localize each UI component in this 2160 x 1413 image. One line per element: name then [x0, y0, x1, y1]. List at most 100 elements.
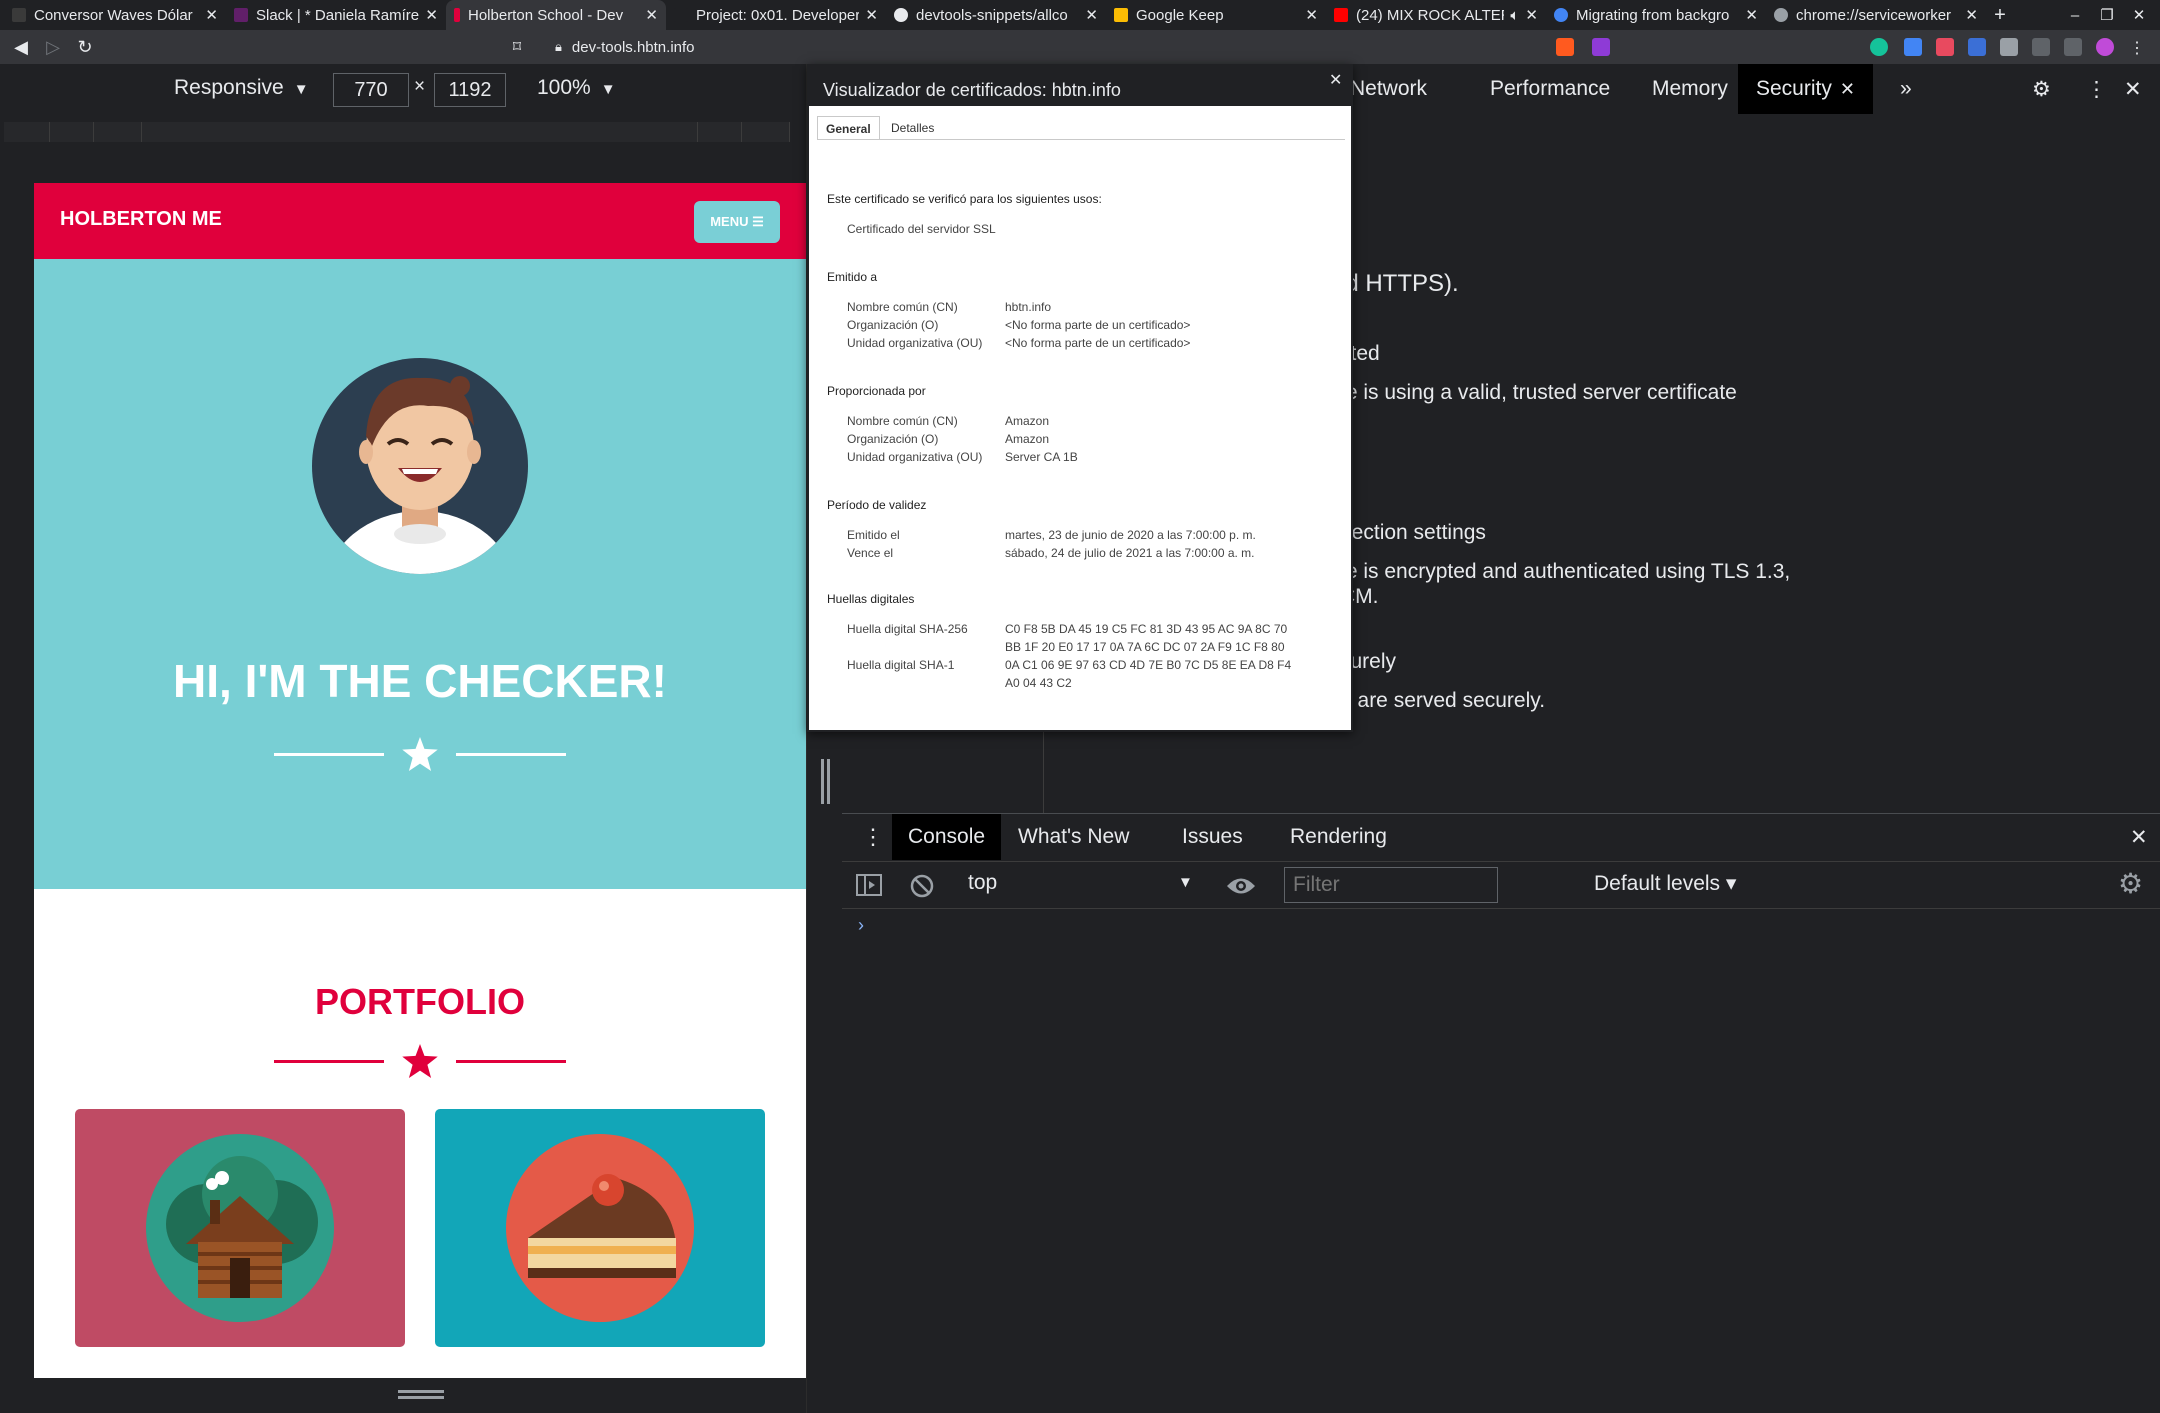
playlist-icon[interactable]: [2064, 38, 2082, 56]
sidebar-toggle-icon[interactable]: [856, 874, 882, 896]
tab-close-icon[interactable]: ✕: [425, 6, 438, 24]
browser-tab[interactable]: Conversor Waves Dólar ✕: [4, 0, 226, 30]
security-text-resources: e are served securely.: [1340, 689, 1546, 712]
tab-close-icon[interactable]: ✕: [865, 6, 878, 24]
filter-input[interactable]: [1284, 867, 1498, 903]
grammarly-icon[interactable]: [1870, 38, 1888, 56]
browser-tab[interactable]: Project: 0x01. Developer ✕: [666, 0, 886, 30]
forward-icon[interactable]: ▷: [38, 30, 68, 64]
issued-by-heading: Proporcionada por: [827, 384, 926, 398]
tab-console[interactable]: Console: [892, 814, 1002, 860]
tab-performance[interactable]: Performance: [1472, 64, 1628, 114]
translate-icon[interactable]: [1904, 38, 1922, 56]
portfolio-card-cabin[interactable]: [75, 1109, 405, 1347]
tab-whats-new[interactable]: What's New: [1002, 814, 1145, 860]
bookmark-icon[interactable]: ⌑: [502, 30, 532, 64]
close-icon[interactable]: ✕: [1840, 79, 1855, 100]
browser-tab[interactable]: chrome://serviceworker ✕: [1766, 0, 1986, 30]
browser-tab[interactable]: Slack | * Daniela Ramírez ✕: [226, 0, 446, 30]
tab-rendering[interactable]: Rendering: [1274, 814, 1403, 860]
browser-tab[interactable]: Migrating from backgro ✕: [1546, 0, 1766, 30]
tab-close-icon[interactable]: ✕: [1965, 6, 1978, 24]
tab-details[interactable]: Detalles: [883, 116, 942, 140]
site-brand[interactable]: HOLBERTON ME: [60, 208, 222, 231]
address-bar[interactable]: 🔒︎ dev-tools.hbtn.info: [555, 34, 1555, 60]
tab-close-icon[interactable]: ✕: [645, 6, 658, 24]
drawer-tabbar: ⋮ Console What's New Issues Rendering ✕: [842, 814, 2160, 862]
uses-heading: Este certificado se verificó para los si…: [827, 192, 1102, 206]
hero-title: HI, I'M THE CHECKER!: [173, 655, 667, 707]
field-value: Amazon: [1005, 414, 1050, 428]
tab-memory[interactable]: Memory: [1634, 64, 1746, 114]
tab-security[interactable]: Security ✕: [1738, 64, 1873, 114]
more-tabs-icon[interactable]: »: [1882, 64, 1930, 114]
side-resize-handle-icon[interactable]: [821, 759, 824, 804]
field-label: Emitido el: [847, 528, 900, 542]
tab-title: Conversor Waves Dólar: [34, 6, 193, 24]
close-drawer-icon[interactable]: ✕: [2114, 814, 2160, 860]
cast-icon[interactable]: [2032, 38, 2050, 56]
tab-favicon-icon: [234, 8, 248, 22]
context-select[interactable]: top ▼: [968, 871, 1193, 895]
tab-close-icon[interactable]: ✕: [1525, 6, 1538, 24]
width-input[interactable]: 770: [333, 73, 409, 107]
portfolio-card-cake[interactable]: [435, 1109, 765, 1347]
browser-tab[interactable]: devtools-snippets/allco ✕: [886, 0, 1106, 30]
speaker-icon[interactable]: 🔈︎: [1510, 7, 1519, 24]
tab-close-icon[interactable]: ✕: [205, 6, 218, 24]
back-icon[interactable]: ◀︎: [6, 30, 36, 64]
pocket-icon[interactable]: [1936, 38, 1954, 56]
tab-favicon-icon: [674, 8, 688, 22]
tab-close-icon[interactable]: ✕: [1305, 6, 1318, 24]
browser-tab-strip: Conversor Waves Dólar ✕ Slack | * Daniel…: [0, 0, 2160, 30]
device-select[interactable]: Responsive ▼: [174, 76, 309, 100]
tab-general[interactable]: General: [817, 116, 880, 140]
github-icon: [894, 8, 908, 22]
browser-toolbar: ◀︎ ▷ ↻ ⌑ 🔒︎ dev-tools.hbtn.info ⋮: [0, 30, 2160, 64]
tab-title: Holberton School - Dev: [468, 6, 624, 24]
tab-title: (24) MIX ROCK ALTER: [1356, 6, 1505, 24]
gear-icon[interactable]: ⚙: [2014, 64, 2069, 114]
close-window-button[interactable]: ✕: [2124, 0, 2154, 30]
kebab-menu-icon[interactable]: ⋮: [2128, 38, 2146, 57]
new-tab-button[interactable]: +: [1985, 0, 2015, 30]
gear-icon[interactable]: ⚙: [2118, 867, 2143, 900]
browser-tab-active[interactable]: Holberton School - Dev ✕: [446, 0, 666, 30]
browser-tab[interactable]: Google Keep ✕: [1106, 0, 1326, 30]
star-icon: [402, 1044, 438, 1078]
url-text: dev-tools.hbtn.info: [571, 38, 695, 56]
log-levels-select[interactable]: Default levels ▾: [1594, 871, 1736, 896]
brave-shield-icon[interactable]: [1556, 38, 1574, 56]
resize-handle-icon[interactable]: [398, 1388, 444, 1400]
eye-icon[interactable]: [1226, 875, 1256, 897]
profile-avatar[interactable]: [2096, 38, 2114, 56]
sha256-line-1: C0 F8 5B DA 45 19 C5 FC 81 3D 43 95 AC 9…: [1005, 622, 1288, 636]
field-label: Unidad organizativa (OU): [847, 336, 983, 350]
rewards-icon[interactable]: [1592, 38, 1610, 56]
field-value: Server CA 1B: [1005, 450, 1078, 464]
minimize-button[interactable]: –: [2060, 0, 2090, 30]
close-devtools-icon[interactable]: ✕: [2106, 64, 2160, 114]
tab-title: chrome://serviceworker: [1796, 6, 1952, 24]
emulated-viewport: HOLBERTON ME MENU ☰ HI, I'M THE CHECKER!: [34, 183, 806, 1378]
tab-close-icon[interactable]: ✕: [1745, 6, 1758, 24]
puzzle-icon[interactable]: [2000, 38, 2018, 56]
menu-button[interactable]: MENU ☰: [694, 201, 780, 243]
console-toolbar: top ▼ Default levels ▾ ⚙: [842, 863, 2160, 909]
height-input[interactable]: 1192: [434, 73, 506, 107]
clear-console-icon[interactable]: [910, 874, 934, 898]
maximize-button[interactable]: ❐: [2092, 0, 2122, 30]
tab-close-icon[interactable]: ✕: [1085, 6, 1098, 24]
site-header: HOLBERTON ME MENU ☰: [34, 183, 806, 259]
dropdown-caret-icon: ▼: [596, 81, 616, 98]
field-label: Huella digital SHA-256: [847, 622, 968, 636]
zoom-select[interactable]: 100% ▼: [537, 76, 616, 100]
field-label: Huella digital SHA-1: [847, 658, 955, 672]
dropdown-caret-icon: ▼: [1178, 874, 1193, 891]
console-prompt[interactable]: ›: [858, 915, 864, 936]
reload-icon[interactable]: ↻: [70, 30, 100, 64]
tab-issues[interactable]: Issues: [1166, 814, 1259, 860]
close-icon[interactable]: ✕: [1329, 70, 1342, 90]
pen-extension-icon[interactable]: [1968, 38, 1986, 56]
browser-tab[interactable]: (24) MIX ROCK ALTER 🔈︎ ✕: [1326, 0, 1546, 30]
